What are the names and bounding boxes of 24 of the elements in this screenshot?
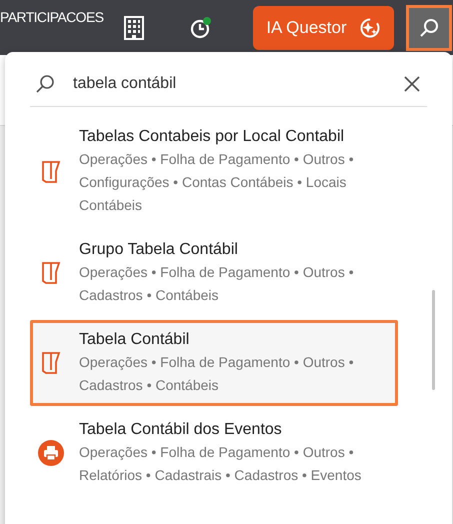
scrollbar[interactable] (432, 290, 435, 390)
printer-icon (38, 440, 64, 466)
result-item[interactable]: Tabela Contábil Operações • Folha de Pagamento • Outros • Cadastros • Contábeis (30, 320, 398, 406)
search-button[interactable] (406, 4, 452, 50)
result-item[interactable]: Grupo Tabela Contábil Operações • Folha de Pagamento • Outros • Cadastros • Contábeis (30, 230, 398, 316)
building-icon[interactable] (123, 16, 145, 40)
company-name: PARTICIPACOES (0, 9, 104, 25)
search-field[interactable]: tabela contábil (71, 74, 403, 94)
result-title: Tabelas Contabeis por Local Contabil (79, 127, 346, 147)
ai-assistant-button[interactable]: IA Questor (253, 6, 394, 50)
result-item[interactable]: Tabelas Contabeis por Local Contabil Operações • Folha de Pagamento • Outros • Configurações • Contas Contábeis • Locais Contábeis (30, 117, 398, 226)
search-icon (35, 74, 55, 94)
result-path: Operações • Folha de Pagamento • Outros • Relatórios • Cadastrais • Cadastros • Eventos (79, 443, 362, 485)
result-title: Grupo Tabela Contábil (79, 240, 239, 260)
result-title: Tabela Contábil dos Eventos (79, 420, 283, 440)
sparkle-icon (358, 16, 381, 38)
result-title: Tabela Contábil (79, 330, 190, 350)
result-path: Operações • Folha de Pagamento • Outros • Cadastros • Contábeis (79, 353, 355, 395)
result-item[interactable]: Tabela Contábil dos Eventos Operações • Folha de Pagamento • Outros • Relatórios • Cadastrais • Cadastros • Eventos (30, 410, 398, 496)
result-path: Operações • Folha de Pagamento • Outros • Cadastros • Contábeis (79, 263, 355, 305)
clock-icon[interactable] (189, 16, 213, 40)
result-path: Operações • Folha de Pagamento • Outros • Configurações • Contas Contábeis • Locais Contábeis (79, 150, 355, 215)
close-icon[interactable] (403, 75, 421, 93)
search-icon (418, 16, 440, 38)
